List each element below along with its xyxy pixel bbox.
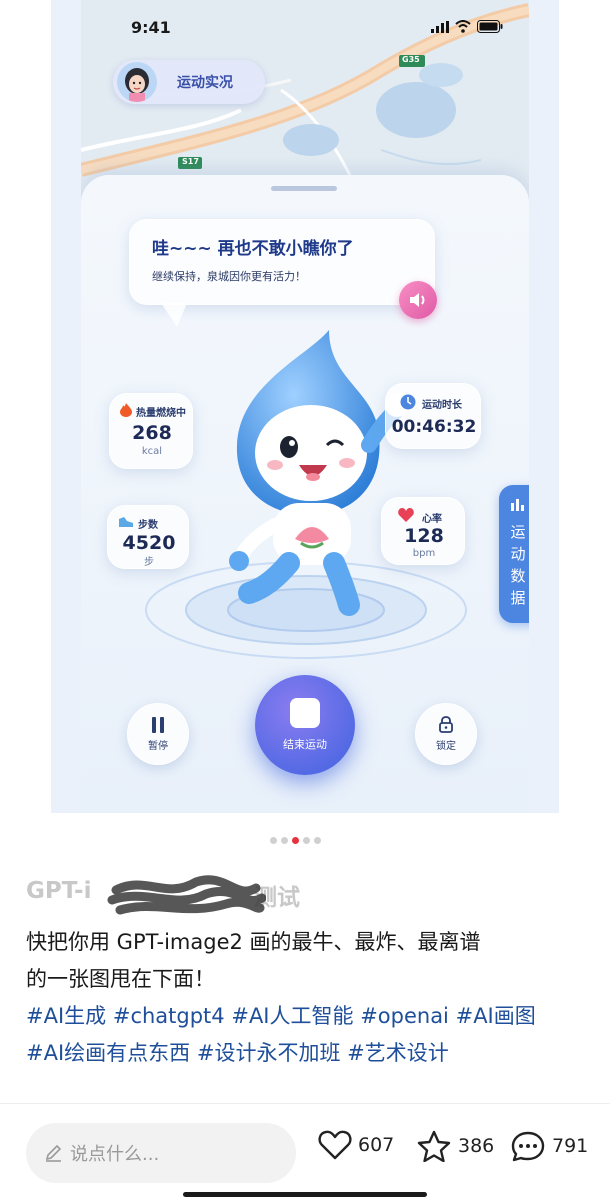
water-drop-mascot	[229, 330, 409, 616]
speech-tail	[161, 303, 187, 327]
calories-unit: kcal	[141, 446, 163, 457]
steps-title: 步数	[138, 520, 158, 531]
hashtag[interactable]: #openai	[360, 1004, 449, 1028]
post-image[interactable]: G35 S17 9:41 运动实况 哇~~~ 再也不敢小瞧你了 继续保持，泉城因…	[51, 0, 559, 813]
wifi-icon	[455, 20, 471, 33]
speech-subtitle: 继续保持，泉城因你更有活力！	[152, 270, 306, 283]
calories-stat-card: 热量燃烧中 268 kcal	[109, 393, 193, 469]
side-tab-label: 运动数据	[510, 523, 526, 607]
shoe-icon	[119, 517, 133, 527]
hashtag[interactable]: #AI画图	[456, 1004, 536, 1028]
carousel-dot[interactable]	[314, 837, 321, 844]
road-label-s17: S17	[182, 157, 199, 166]
heart-rate-stat-card: 心率 128 bpm	[381, 497, 465, 565]
mockup-phone: G35 S17 9:41 运动实况 哇~~~ 再也不敢小瞧你了 继续保持，泉城因…	[81, 0, 529, 813]
status-time: 9:41	[131, 18, 171, 37]
battery-icon	[477, 20, 503, 33]
comments-button[interactable]: 791	[510, 1130, 588, 1162]
road-label-g35: G35	[402, 55, 420, 64]
duration-value: 00:46:32	[391, 417, 477, 437]
like-count: 607	[358, 1134, 395, 1156]
calories-value: 268	[132, 422, 172, 444]
steps-value: 4520	[122, 532, 176, 554]
hashtag[interactable]: #AI人工智能	[231, 1004, 353, 1028]
drag-handle[interactable]	[271, 186, 337, 191]
speech-title: 哇~~~ 再也不敢小瞧你了	[152, 239, 354, 259]
hashtag[interactable]: #AI生成	[26, 1004, 106, 1028]
steps-unit: 步	[144, 557, 154, 568]
signal-icon	[431, 21, 449, 33]
comment-input[interactable]: 说点什么...	[26, 1123, 296, 1183]
bottom-action-bar: 说点什么... 607 386 791	[0, 1103, 610, 1200]
lock-icon	[439, 716, 453, 733]
pencil-icon	[45, 1144, 62, 1162]
redaction-scribble	[107, 875, 266, 915]
clock-icon	[400, 394, 416, 410]
like-button[interactable]: 607	[318, 1130, 394, 1160]
hashtag[interactable]: #chatgpt4	[113, 1004, 225, 1028]
screen: G35 S17 9:41 运动实况 哇~~~ 再也不敢小瞧你了 继续保持，泉城因…	[0, 0, 610, 1200]
star-outline-icon	[417, 1130, 451, 1162]
live-status-chip[interactable]: 运动实况	[113, 60, 265, 104]
home-indicator	[183, 1192, 427, 1197]
hashtag-row-1: #AI生成 #chatgpt4 #AI人工智能 #openai #AI画图	[26, 998, 586, 1035]
bar-chart-icon	[511, 499, 524, 511]
end-workout-label: 结束运动	[283, 738, 327, 751]
heart-rate-value: 128	[404, 525, 444, 547]
carousel-dot[interactable]	[303, 837, 310, 844]
lock-label: 锁定	[436, 741, 456, 752]
status-bar: 9:41	[81, 0, 529, 56]
favorite-count: 386	[458, 1135, 495, 1157]
heart-icon	[398, 508, 414, 522]
avatar-icon	[117, 62, 157, 102]
speaker-icon	[410, 293, 425, 307]
post-title-visible: GPT-i	[26, 878, 92, 904]
heart-rate-title: 心率	[422, 514, 442, 525]
calories-title: 热量燃烧中	[136, 408, 186, 419]
post-body-line-1: 快把你用 GPT-image2 画的最牛、最炸、最离谱	[26, 930, 481, 954]
hashtag-row-2: #AI绘画有点东西 #设计永不加班 #艺术设计	[26, 1035, 586, 1072]
hashtag[interactable]: #AI绘画有点东西	[26, 1041, 190, 1065]
sound-button[interactable]	[399, 281, 437, 319]
hashtag[interactable]: #设计永不加班	[197, 1041, 341, 1065]
stop-icon	[290, 698, 320, 728]
duration-title: 运动时长	[422, 400, 462, 411]
carousel-dot-active[interactable]	[292, 837, 299, 844]
divider	[0, 1103, 610, 1104]
carousel-dot[interactable]	[270, 837, 277, 844]
lock-button[interactable]: 锁定	[415, 703, 477, 765]
heart-outline-icon	[318, 1130, 352, 1160]
workout-panel: 哇~~~ 再也不敢小瞧你了 继续保持，泉城因你更有活力！ 热量燃烧中 268 k…	[81, 175, 529, 813]
pause-button[interactable]: 暂停	[127, 703, 189, 765]
pause-label: 暂停	[148, 740, 168, 752]
flame-icon	[120, 403, 132, 417]
carousel-indicator[interactable]	[268, 829, 323, 848]
post-body: 快把你用 GPT-image2 画的最牛、最炸、最离谱 的一张图甩在下面！ #A…	[26, 924, 586, 1072]
end-workout-button[interactable]: 结束运动	[255, 675, 355, 775]
steps-stat-card: 步数 4520 步	[107, 505, 189, 569]
pause-icon	[152, 716, 164, 733]
chat-bubble-icon	[511, 1131, 545, 1162]
post-title: GPT-i 测试	[26, 875, 326, 915]
comment-placeholder: 说点什么...	[70, 1144, 160, 1165]
speech-bubble: 哇~~~ 再也不敢小瞧你了 继续保持，泉城因你更有活力！	[129, 219, 435, 305]
workout-data-side-tab[interactable]: 运动数据	[499, 485, 529, 623]
duration-stat-card: 运动时长 00:46:32	[385, 383, 481, 449]
comment-count: 791	[552, 1135, 589, 1157]
post-body-line-2: 的一张图甩在下面！	[26, 967, 215, 991]
carousel-dot[interactable]	[281, 837, 288, 844]
hashtag[interactable]: #艺术设计	[347, 1041, 449, 1065]
live-chip-label: 运动实况	[177, 75, 233, 91]
avatar	[117, 62, 157, 102]
heart-rate-unit: bpm	[412, 548, 436, 559]
favorite-button[interactable]: 386	[416, 1130, 494, 1162]
